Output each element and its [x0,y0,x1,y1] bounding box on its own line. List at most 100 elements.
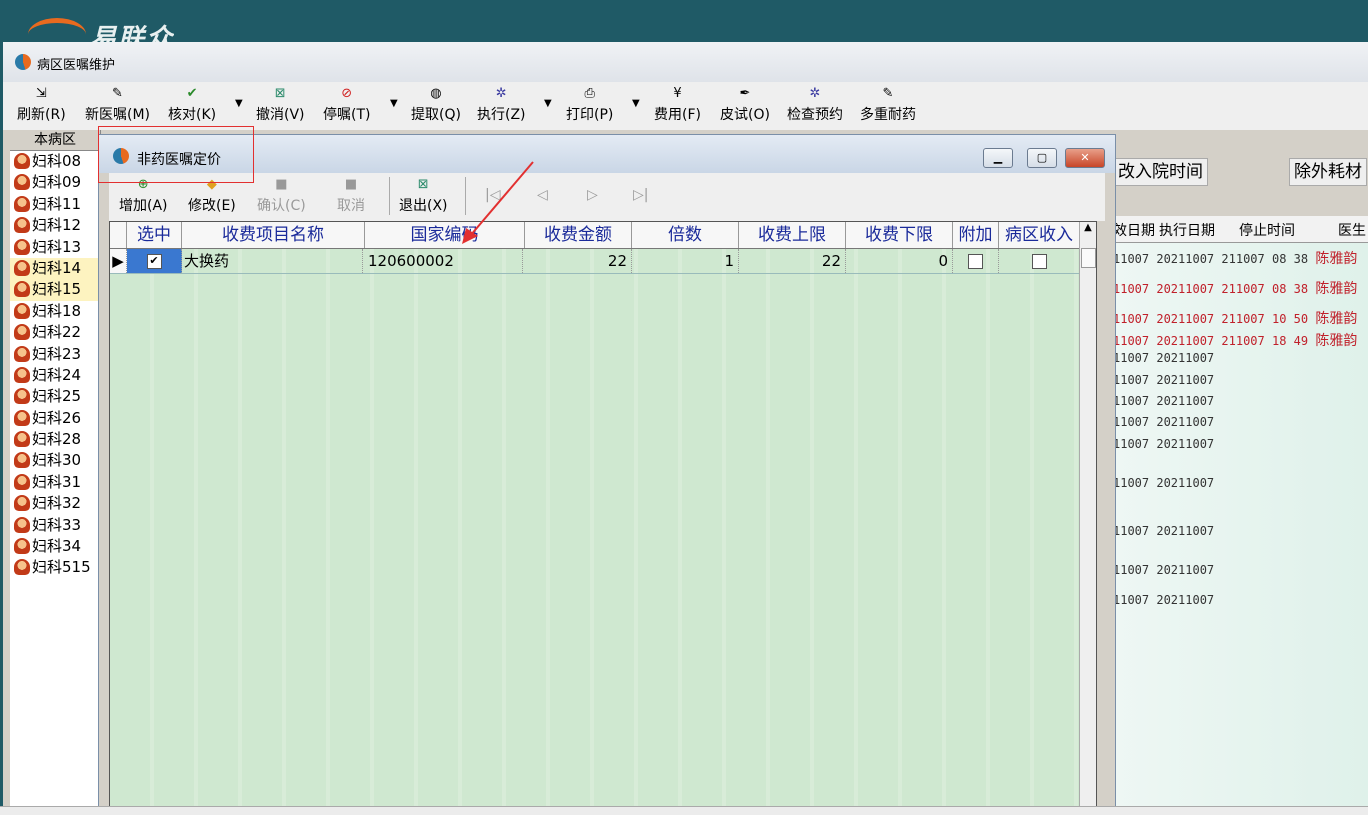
order-row[interactable]: 11007 20211007 211007 08 38 陈雅韵 [1113,278,1357,298]
patient-item[interactable]: 妇科25 [10,386,100,407]
scroll-up-icon[interactable]: ▲ [1080,222,1096,233]
order-row[interactable]: 11007 20211007 211007 18 49 陈雅韵 [1113,330,1357,350]
patient-item[interactable]: 妇科14 [10,257,100,280]
order-row[interactable]: 11007 20211007 [1113,563,1214,577]
new-order-button[interactable]: ✎ 新医嘱(M) [85,86,150,124]
close-button[interactable]: ✕ [1065,148,1105,168]
extra-checkbox[interactable] [968,254,983,269]
patient-item[interactable]: 妇科22 [10,322,100,343]
patient-item[interactable]: 妇科18 [10,301,100,322]
column-header-multiple[interactable]: 倍数 [632,222,739,248]
undo-button[interactable]: ⊠ 撤消(V) [256,86,305,124]
maximize-button[interactable]: ▢ [1027,148,1057,168]
cancel-button[interactable]: ■ 取消 [337,177,365,215]
table-row[interactable]: ▶ ✔ 大换药 120600002 22 1 22 0 [110,249,1080,274]
amount-cell[interactable]: 22 [525,249,632,273]
patient-item[interactable]: 妇科12 [10,215,100,236]
skin-test-button[interactable]: ✒ 皮试(O) [720,86,770,124]
ward-income-checkbox[interactable] [1031,254,1047,269]
selected-checkbox[interactable]: ✔ [146,254,162,269]
order-row[interactable]: 11007 20211007 [1113,437,1214,451]
column-header-lower-limit[interactable]: 收费下限 [846,222,953,248]
next-record-button[interactable]: ▷ [587,187,598,203]
patient-icon [14,559,30,576]
column-header-upper-limit[interactable]: 收费上限 [739,222,846,248]
main-window-titlebar: 病区医嘱维护 [3,42,1368,82]
vertical-scrollbar[interactable]: ▲ [1079,222,1096,806]
multiple-cell[interactable]: 1 [632,249,739,273]
patient-item[interactable]: 妇科08 [10,151,100,172]
multi-drug-resistance-button[interactable]: ✎ 多重耐药 [860,86,916,124]
lower-limit-cell[interactable]: 0 [846,249,953,273]
patient-item[interactable]: 妇科13 [10,237,100,258]
order-row[interactable]: 11007 20211007 [1113,524,1214,538]
refresh-button[interactable]: ⇲ 刷新(R) [17,86,66,124]
last-record-button[interactable]: ▷| [633,187,648,203]
patient-item[interactable]: 妇科23 [10,344,100,365]
pricing-dialog: 非药医嘱定价 ▁ ▢ ✕ ⊕ 增加(A) ◆ 修改(E) ■ 确认(C) ■ 取消 ⊠ 退… [98,134,1116,808]
patient-item[interactable]: 妇科515 [10,557,100,578]
stop-dropdown-icon[interactable]: ▼ [390,98,398,109]
order-row[interactable]: 11007 20211007 [1113,373,1214,387]
order-row[interactable]: 11007 20211007 [1113,394,1214,408]
column-header-national-code[interactable]: 国家编码 [365,222,525,248]
ward-income-cell[interactable] [999,249,1080,273]
order-row[interactable]: 11007 20211007 [1113,415,1214,429]
exclude-consumables-button[interactable]: 除外耗材 [1289,158,1367,186]
order-row[interactable]: 11007 20211007 [1113,593,1214,607]
extract-button[interactable]: ◍ 提取(Q) [411,86,461,124]
order-panel: 改入院时间 除外耗材 效日期 执行日期 停止时间 医生 11007 202110… [1113,130,1368,810]
column-header-item-name[interactable]: 收费项目名称 [182,222,365,248]
patient-item[interactable]: 妇科24 [10,365,100,386]
pricing-grid: 选中 收费项目名称 国家编码 收费金额 倍数 收费上限 收费下限 附加 病区收入… [109,221,1097,807]
column-header: 停止时间 [1239,223,1295,239]
change-admission-time-button[interactable]: 改入院时间 [1113,158,1208,186]
upper-limit-cell[interactable]: 22 [739,249,846,273]
column-header-amount[interactable]: 收费金额 [525,222,632,248]
patient-item[interactable]: 妇科09 [10,172,100,193]
prev-record-button[interactable]: ◁ [537,187,548,203]
patient-item[interactable]: 妇科31 [10,472,100,493]
patient-item[interactable]: 妇科15 [10,279,100,301]
fee-button[interactable]: ¥ 费用(F) [654,86,701,124]
patient-icon [14,409,30,426]
patient-item[interactable]: 妇科30 [10,450,100,471]
scroll-thumb[interactable] [1081,248,1096,268]
extra-cell[interactable] [953,249,999,273]
verify-dropdown-icon[interactable]: ▼ [235,98,243,109]
annotation-highlight-box [98,126,254,183]
order-row[interactable]: 11007 20211007 [1113,351,1214,365]
exam-appointment-button[interactable]: ✲ 检查预约 [787,86,843,124]
toolbar-separator [389,177,390,215]
patient-item[interactable]: 妇科33 [10,515,100,536]
exit-button[interactable]: ⊠ 退出(X) [399,177,448,215]
order-grid-header: 效日期 执行日期 停止时间 医生 [1113,216,1368,243]
patient-icon [14,302,30,319]
national-code-cell[interactable]: 120600002 [368,249,523,273]
patient-list: 本病区 妇科08 妇科09 妇科11 妇科12 妇科13 妇科14 妇科15 妇… [10,130,101,810]
execute-dropdown-icon[interactable]: ▼ [544,98,552,109]
first-record-button[interactable]: |◁ [485,187,500,203]
order-row[interactable]: 11007 20211007 211007 08 38 陈雅韵 [1113,248,1357,268]
check-icon: ✔ [186,86,198,101]
column-header-extra[interactable]: 附加 [953,222,999,248]
execute-button[interactable]: ✲ 执行(Z) [477,86,526,124]
item-name-cell[interactable]: 大换药 [184,249,363,273]
patient-item[interactable]: 妇科32 [10,493,100,514]
column-header-ward-income[interactable]: 病区收入 [999,222,1080,248]
column-header: 效日期 [1113,223,1155,239]
confirm-button[interactable]: ■ 确认(C) [257,177,306,215]
print-dropdown-icon[interactable]: ▼ [632,98,640,109]
verify-button[interactable]: ✔ 核对(K) [168,86,216,124]
patient-item[interactable]: 妇科34 [10,536,100,557]
stop-order-button[interactable]: ⊘ 停嘱(T) [323,86,370,124]
order-row[interactable]: 11007 20211007 211007 10 50 陈雅韵 [1113,308,1357,328]
patient-item[interactable]: 妇科26 [10,408,100,429]
patient-item[interactable]: 妇科28 [10,429,100,450]
selected-cell[interactable]: ✔ [127,249,182,273]
order-row[interactable]: 11007 20211007 [1113,476,1214,490]
patient-item[interactable]: 妇科11 [10,194,100,215]
print-button[interactable]: ⎙ 打印(P) [566,86,613,124]
column-header-selected[interactable]: 选中 [127,222,182,248]
minimize-button[interactable]: ▁ [983,148,1013,168]
